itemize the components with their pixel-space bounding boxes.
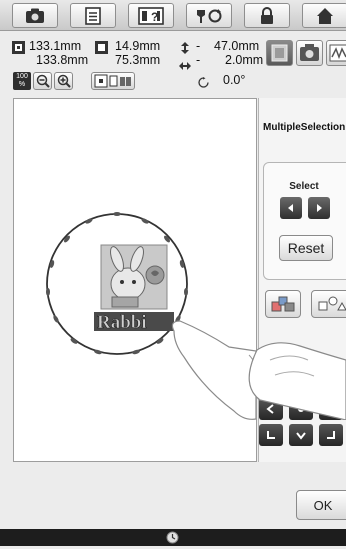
lock-button[interactable]: [244, 3, 290, 28]
rabbit-head: [110, 267, 146, 301]
size-icon: [95, 41, 108, 59]
zoom-level-label: 100 %: [16, 73, 28, 88]
needle-thread-button[interactable]: [186, 3, 232, 28]
embroidery-text: Rabbi: [97, 312, 147, 333]
move-down-left-button[interactable]: [259, 424, 283, 446]
frame-icon: [94, 74, 131, 88]
vertical-offset-sign: -: [196, 39, 201, 53]
chevron-down-icon: [296, 432, 306, 440]
panel-title: MultipleSelection: [263, 122, 346, 133]
select-next-button[interactable]: [308, 197, 330, 219]
document-button[interactable]: [70, 3, 116, 28]
help-button[interactable]: ?: [128, 3, 174, 28]
vertical-offset-value: 47.0mm: [214, 39, 260, 53]
grid-view-icon: [271, 44, 288, 62]
zoom-in-button[interactable]: [54, 72, 73, 90]
camera-button[interactable]: [12, 3, 58, 28]
camera-icon: [26, 8, 44, 23]
reset-button[interactable]: Reset: [279, 235, 333, 261]
home-button[interactable]: [302, 3, 346, 28]
horizontal-offset-value: 2.0mm: [225, 53, 264, 67]
height-value: 133.8mm: [36, 53, 89, 67]
shape-select-button[interactable]: [311, 290, 346, 318]
select-label: Select: [289, 181, 319, 192]
size-width-value: 14.9mm: [115, 39, 161, 53]
zoom-out-button[interactable]: [33, 72, 52, 90]
zoom-level-badge[interactable]: 100 %: [13, 72, 31, 90]
document-icon: [85, 6, 101, 25]
stitch-view-icon: [329, 44, 346, 62]
help-icon: ?: [138, 6, 164, 25]
right-arrow-icon: [317, 204, 322, 212]
horizontal-offset-icon: [179, 57, 191, 75]
layout-select-button[interactable]: [265, 290, 301, 318]
camera-view-icon: [300, 44, 319, 61]
ok-button[interactable]: OK: [296, 490, 346, 520]
select-box: Select Reset: [263, 162, 346, 280]
camera-view-button[interactable]: [296, 40, 323, 66]
zoom-out-icon: [36, 74, 50, 88]
rotation-icon: [198, 75, 209, 93]
shape-arrange-icon: [271, 296, 295, 312]
rotation-value: 0.0°: [223, 73, 246, 87]
home-icon: [317, 7, 333, 24]
shapes-icon: [318, 296, 346, 311]
width-value: 133.1mm: [29, 39, 82, 53]
ok-label: OK: [313, 497, 333, 513]
top-toolbar: ?: [0, 0, 346, 31]
move-down-button[interactable]: [289, 424, 313, 446]
embroidery-canvas[interactable]: Rabbi: [13, 98, 257, 462]
bottom-bar: [0, 529, 346, 546]
pointing-hand-overlay: [248, 342, 346, 420]
lock-icon: [261, 6, 273, 24]
horizontal-offset-sign: -: [196, 53, 201, 67]
reset-label: Reset: [287, 240, 325, 256]
grid-view-button[interactable]: [266, 40, 293, 66]
corner-down-right-icon: [327, 431, 335, 439]
needle-thread-icon: [197, 8, 222, 23]
clock-icon[interactable]: [166, 531, 179, 549]
embroidery-design: Rabbi: [46, 212, 256, 420]
left-arrow-icon: [288, 204, 293, 212]
width-icon: [12, 41, 25, 59]
corner-down-left-icon: [267, 431, 275, 439]
select-previous-button[interactable]: [280, 197, 302, 219]
size-height-value: 75.3mm: [115, 53, 161, 67]
move-down-right-button[interactable]: [319, 424, 343, 446]
zoom-in-icon: [57, 74, 71, 88]
frame-toggle-button[interactable]: [91, 72, 135, 90]
stitch-view-button[interactable]: [326, 40, 346, 66]
